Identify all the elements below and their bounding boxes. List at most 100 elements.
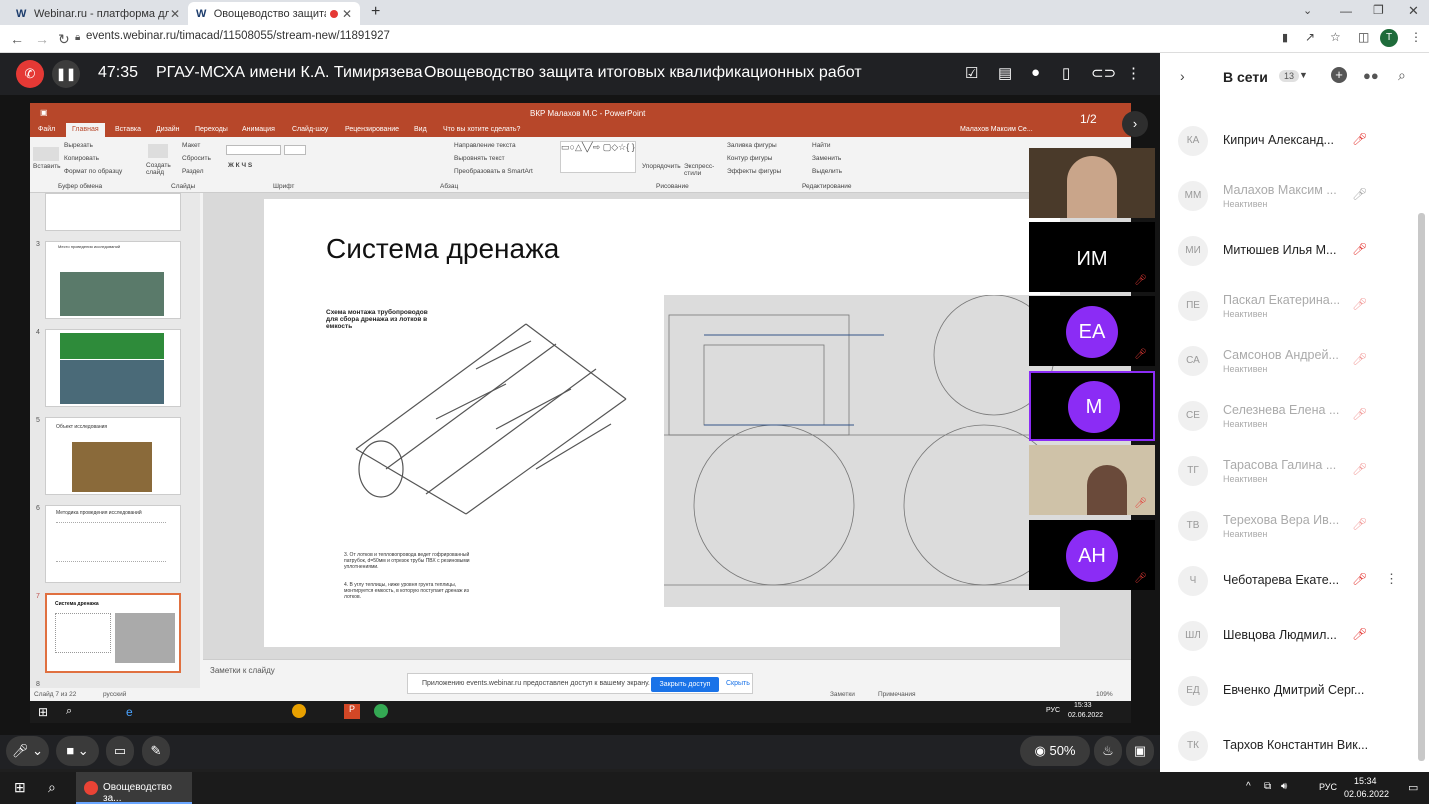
ppt-menu-design[interactable]: Дизайн (156, 126, 180, 133)
remote-start-icon[interactable]: ⊞ (38, 705, 48, 719)
video-tile[interactable]: ЕА 🎤︎ (1029, 296, 1155, 366)
ppt-menu-review[interactable]: Рецензирование (345, 126, 399, 133)
ppt-menu-animation[interactable]: Анимация (242, 126, 275, 133)
profile-avatar[interactable]: T (1380, 29, 1398, 47)
file-icon[interactable]: ▯ (1062, 64, 1070, 82)
find-button[interactable]: Найти (812, 142, 831, 149)
more-options-icon[interactable]: ⋮ (1385, 571, 1398, 587)
bold-icon[interactable]: Ж К Ч S (228, 162, 252, 169)
ppt-menu-home[interactable]: Главная (66, 123, 105, 137)
url-field[interactable]: events.webinar.ru/timacad/11508055/strea… (86, 30, 390, 42)
video-tile-camera[interactable] (1029, 148, 1155, 218)
participant-item[interactable]: Ч Чеботарева Екате... 🎤︎ ⋮ (1160, 553, 1429, 608)
shape-outline-button[interactable]: Контур фигуры (727, 155, 772, 162)
ppt-menu-view[interactable]: Вид (414, 126, 427, 133)
mic-muted-icon[interactable]: 🎤︎ (1352, 572, 1367, 586)
ppt-save-icon[interactable]: ▣ (40, 108, 48, 117)
next-page-button[interactable]: › (1122, 111, 1148, 137)
notes-toggle[interactable]: Заметки (830, 691, 855, 698)
ppt-menu-file[interactable]: Файл (38, 126, 55, 133)
share-icon[interactable]: ↗ (1305, 30, 1315, 44)
quick-styles-button[interactable]: Экспресс-стили (684, 163, 714, 177)
search-icon[interactable]: ⌕ (1398, 67, 1406, 84)
layout-button[interactable]: ▣ (1126, 736, 1154, 766)
copy-button[interactable]: Копировать (64, 155, 99, 162)
restore-icon[interactable]: ❐ (1373, 3, 1384, 17)
mic-muted-icon[interactable]: 🎤︎ (1352, 352, 1367, 366)
microphone-button[interactable]: 🎤︎ ⌄ (6, 736, 49, 766)
participants-group-icon[interactable]: ●● (1363, 68, 1379, 83)
new-slide-icon[interactable] (148, 144, 168, 158)
paste-button[interactable]: Вставить (33, 163, 61, 170)
remote-powerpoint-icon[interactable]: P (344, 704, 360, 719)
zoom-level[interactable]: 109% (1096, 691, 1113, 698)
tray-chevron-icon[interactable]: ^ (1246, 781, 1251, 792)
section-button[interactable]: Раздел (182, 168, 203, 175)
close-tab-icon[interactable]: ✕ (170, 7, 180, 21)
start-icon[interactable]: ⊞ (14, 779, 26, 796)
camera-permission-icon[interactable]: ▮ (1282, 31, 1288, 44)
participant-item[interactable]: СА Самсонов Андрей... Неактивен 🎤︎ (1160, 333, 1429, 388)
back-icon[interactable]: ← (10, 31, 24, 47)
select-button[interactable]: Выделить (812, 168, 842, 175)
tools-button[interactable]: ✎ (142, 736, 170, 766)
current-slide[interactable]: Система дренажа Схема монтажа трубопрово… (264, 199, 1060, 647)
link-icon[interactable]: ⊂⊃ (1091, 64, 1116, 82)
ppt-menu-slideshow[interactable]: Слайд-шоу (292, 126, 328, 133)
chevron-down-icon[interactable]: ▼ (1299, 70, 1308, 80)
remote-edge-icon[interactable]: e (126, 705, 133, 719)
new-slide-button[interactable]: Создать слайд (146, 162, 176, 176)
notifications-icon[interactable]: ▭ (1408, 781, 1418, 794)
screen-share-button[interactable]: ▭ (106, 736, 134, 766)
more-options-icon[interactable]: ⋮ (1126, 64, 1141, 82)
bookmark-star-icon[interactable]: ☆ (1330, 30, 1341, 44)
close-tab-icon[interactable]: ✕ (342, 7, 352, 21)
participant-item[interactable]: ПЕ Паскал Екатерина... Неактивен 🎤︎ (1160, 278, 1429, 333)
mic-muted-icon[interactable]: 🎤︎ (1352, 462, 1367, 476)
ppt-menu-insert[interactable]: Вставка (115, 126, 141, 133)
mic-icon[interactable]: 🎤︎ (1352, 187, 1367, 201)
layout-button[interactable]: Макет (182, 142, 200, 149)
video-tile[interactable]: АН 🎤︎ (1029, 520, 1155, 590)
tray-language[interactable]: РУС (1319, 782, 1337, 792)
tray-volume-icon[interactable]: 🔊︎ (1281, 781, 1287, 792)
mic-muted-icon[interactable]: 🎤︎ (1352, 407, 1367, 421)
new-tab-button[interactable]: + (371, 3, 380, 21)
remote-app-icon[interactable] (292, 704, 306, 718)
mic-muted-icon[interactable]: 🎤︎ (1352, 627, 1367, 641)
reset-button[interactable]: Сбросить (182, 155, 211, 162)
participant-item[interactable]: ММ Малахов Максим ... Неактивен 🎤︎ (1160, 168, 1429, 223)
arrange-button[interactable]: Упорядочить (642, 163, 681, 170)
browser-tab-active[interactable]: W Овощеводство защита итог... ✕ (188, 2, 360, 25)
replace-button[interactable]: Заменить (812, 155, 841, 162)
ppt-menu-transitions[interactable]: Переходы (195, 126, 228, 133)
video-tile-camera[interactable]: 🎤︎ (1029, 445, 1155, 515)
participant-item[interactable]: ТВ Терехова Вера Ив... Неактивен 🎤︎ (1160, 498, 1429, 553)
tray-network-icon[interactable]: ⧉ (1264, 781, 1271, 792)
slide-thumbnail-active[interactable]: Система дренажа (45, 593, 181, 673)
remote-chrome-icon[interactable] (374, 704, 388, 718)
sidebar-scrollbar[interactable] (1418, 213, 1425, 761)
slide-thumbnail[interactable] (45, 193, 181, 231)
shapes-gallery[interactable]: ▭○△╲╱⇨ ▢◇☆{ } (560, 141, 636, 173)
leave-call-button[interactable]: ✆ (16, 60, 44, 88)
forward-icon[interactable]: → (35, 31, 49, 47)
hide-share-bar-button[interactable]: Скрыть (726, 680, 750, 687)
participant-item[interactable]: ШЛ Шевцова Людмил... 🎤︎ (1160, 608, 1429, 663)
slide-thumbnail[interactable] (45, 329, 181, 407)
minimize-icon[interactable]: — (1340, 4, 1352, 18)
mic-muted-icon[interactable]: 🎤︎ (1352, 132, 1367, 146)
video-tile[interactable]: ИМ 🎤︎ (1029, 222, 1155, 292)
participant-item[interactable]: КА Киприч Александ... 🎤︎ (1160, 113, 1429, 168)
shape-effects-button[interactable]: Эффекты фигуры (727, 168, 781, 175)
side-panel-icon[interactable]: ◫ (1358, 30, 1369, 44)
browser-menu-icon[interactable]: ⋮ (1410, 30, 1422, 44)
slide-thumbnail[interactable]: Методика проведения исследований (45, 505, 181, 583)
close-window-icon[interactable]: ✕ (1408, 3, 1419, 19)
mic-muted-icon[interactable]: 🎤︎ (1352, 297, 1367, 311)
participant-item[interactable]: МИ Митюшев Илья М... 🎤︎ (1160, 223, 1429, 278)
mic-muted-icon[interactable]: 🎤︎ (1352, 242, 1367, 256)
comments-toggle[interactable]: Примечания (878, 691, 916, 698)
font-size-select[interactable] (284, 145, 306, 155)
tab-search-icon[interactable]: ⌄ (1303, 4, 1312, 17)
